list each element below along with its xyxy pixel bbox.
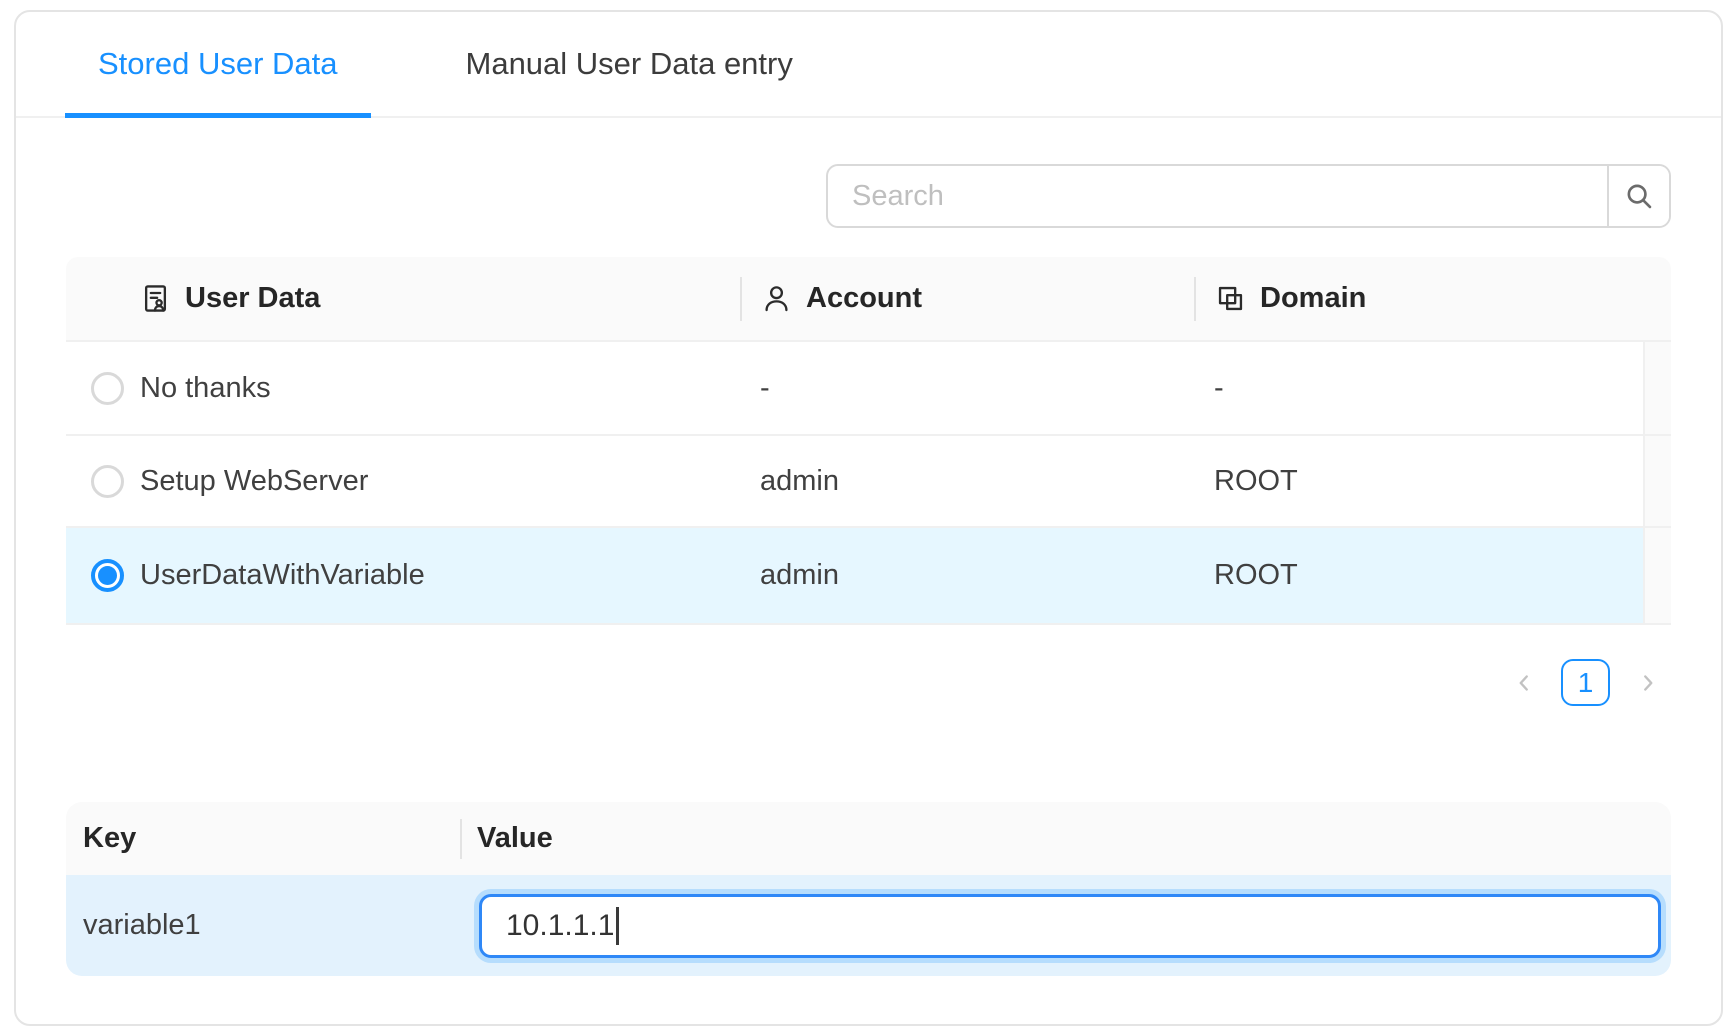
table-row-no-thanks[interactable]: No thanks - - <box>66 342 1671 436</box>
cell-account: admin <box>740 436 1194 526</box>
variables-table-header: Key Value <box>66 802 1671 875</box>
search-icon <box>1623 180 1655 212</box>
user-data-table-header: User Data Account <box>66 257 1671 342</box>
tab-stored-user-data-label: Stored User Data <box>98 46 338 82</box>
search-button[interactable] <box>1607 166 1669 226</box>
next-page-button[interactable] <box>1624 659 1671 706</box>
text-cursor <box>616 907 619 945</box>
pagination: 1 <box>66 659 1671 706</box>
domain-icon <box>1214 282 1247 315</box>
radio-button[interactable] <box>91 465 124 498</box>
variables-table: Key Value variable1 10.1.1.1 <box>66 802 1671 976</box>
column-header-domain-label: Domain <box>1260 282 1366 315</box>
tab-manual-user-data-entry-label: Manual User Data entry <box>466 46 793 82</box>
column-header-key: Key <box>66 802 460 875</box>
column-header-value: Value <box>460 802 1671 875</box>
tab-stored-user-data[interactable]: Stored User Data <box>65 12 371 116</box>
variable-row: variable1 10.1.1.1 <box>66 875 1671 976</box>
column-header-user-data-label: User Data <box>185 282 320 315</box>
user-data-icon <box>139 282 172 315</box>
table-row-setup-webserver[interactable]: Setup WebServer admin ROOT <box>66 436 1671 528</box>
cell-account: - <box>740 342 1194 434</box>
scrollbar-gutter <box>1643 528 1671 623</box>
scrollbar-gutter <box>1643 342 1671 434</box>
column-header-user-data: User Data <box>66 257 740 340</box>
user-data-panel: Stored User Data Manual User Data entry <box>14 10 1723 1026</box>
cell-user-data: No thanks <box>124 342 740 434</box>
radio-button[interactable] <box>91 372 124 405</box>
variable-value-input[interactable]: 10.1.1.1 <box>479 894 1661 958</box>
column-header-domain: Domain <box>1194 257 1671 340</box>
column-header-account-label: Account <box>806 282 922 315</box>
cell-domain: ROOT <box>1194 436 1643 526</box>
table-row-userdatawithvariable[interactable]: UserDataWithVariable admin ROOT <box>66 528 1671 625</box>
user-data-table: User Data Account <box>66 257 1671 625</box>
search-row <box>66 164 1671 228</box>
page-number-button[interactable]: 1 <box>1561 659 1610 706</box>
chevron-left-icon <box>1511 670 1537 696</box>
variable-key: variable1 <box>66 875 460 976</box>
cell-account: admin <box>740 528 1194 623</box>
cell-user-data: Setup WebServer <box>124 436 740 526</box>
account-icon <box>760 282 793 315</box>
variable-value-text: 10.1.1.1 <box>506 909 614 943</box>
tab-manual-user-data-entry[interactable]: Manual User Data entry <box>433 12 826 116</box>
cell-user-data: UserDataWithVariable <box>124 528 740 623</box>
cell-domain: ROOT <box>1194 528 1643 623</box>
search-box <box>826 164 1671 228</box>
radio-button-checked[interactable] <box>91 559 124 592</box>
tab-bar: Stored User Data Manual User Data entry <box>16 12 1721 118</box>
chevron-right-icon <box>1635 670 1661 696</box>
scrollbar-gutter <box>1643 436 1671 526</box>
previous-page-button[interactable] <box>1500 659 1547 706</box>
cell-domain: - <box>1194 342 1643 434</box>
column-header-account: Account <box>740 257 1194 340</box>
search-input[interactable] <box>828 166 1607 226</box>
